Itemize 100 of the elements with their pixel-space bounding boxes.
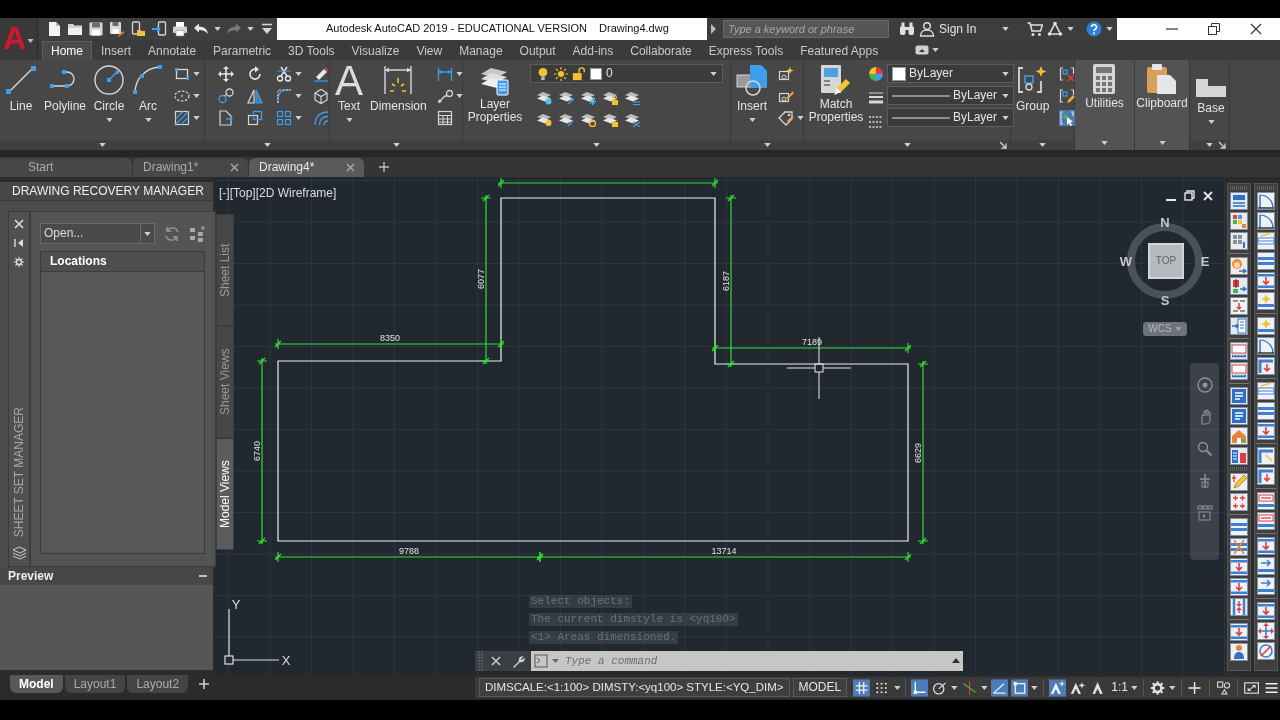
door-swing-tile-icon[interactable]: [1257, 192, 1275, 210]
wrench-icon[interactable]: [511, 654, 525, 668]
user-icon[interactable]: [919, 21, 935, 37]
restore-icon[interactable]: [1184, 190, 1195, 201]
layer-stack-icon[interactable]: [536, 111, 552, 127]
close-icon[interactable]: [1250, 23, 1262, 35]
annotation-scale-button[interactable]: 1:1: [1109, 680, 1129, 695]
crossed-lines-icon[interactable]: [961, 678, 979, 697]
group-remove-icon[interactable]: [1059, 66, 1076, 82]
help-icon[interactable]: [1086, 21, 1103, 37]
ribbon-tab[interactable]: Output: [511, 41, 564, 60]
caret-icon[interactable]: [763, 143, 771, 147]
circle-icon[interactable]: [93, 64, 126, 96]
line-icon[interactable]: [5, 64, 37, 96]
copy-circles-icon[interactable]: [218, 88, 234, 104]
ribbon-tab[interactable]: Add-ins: [564, 41, 622, 60]
layer-stack-icon[interactable]: [602, 89, 618, 105]
triangle-nodes-icon[interactable]: [1047, 21, 1064, 37]
wall-tile-icon[interactable]: [1257, 402, 1275, 420]
command-prompt-icon[interactable]: [531, 651, 551, 671]
color-dropdown[interactable]: ByLayer: [887, 64, 1014, 83]
phone-folder-icon[interactable]: [130, 21, 146, 37]
caret-icon[interactable]: [1002, 71, 1009, 76]
file-tab[interactable]: Drawing4*: [249, 158, 364, 177]
caret-icon[interactable]: [455, 72, 463, 76]
caret-icon[interactable]: [903, 143, 911, 147]
model-space-button[interactable]: MODEL: [792, 678, 848, 697]
palette-tab[interactable]: Model Views: [216, 438, 234, 550]
caret-icon[interactable]: [951, 685, 959, 690]
caret-icon[interactable]: [981, 685, 988, 690]
auto-hide-icon[interactable]: [14, 238, 24, 248]
block-star-icon[interactable]: [778, 66, 794, 82]
split-tile-icon[interactable]: [1230, 277, 1248, 295]
annotation-plus-icon[interactable]: [1048, 678, 1067, 697]
wall-tile-icon[interactable]: [1230, 518, 1248, 536]
plus-icon[interactable]: [199, 679, 210, 689]
panel-tile-icon[interactable]: [1230, 192, 1248, 210]
search-field[interactable]: Type a keyword or phrase: [723, 20, 889, 38]
ribbon-tab[interactable]: Collaborate: [622, 41, 700, 60]
wall-arrow-tile-icon[interactable]: [1257, 537, 1275, 555]
door-swing-tile-icon[interactable]: [1257, 337, 1275, 355]
snap-square-icon[interactable]: [1011, 678, 1029, 697]
wall-arrow-tile-icon[interactable]: [1257, 422, 1275, 440]
pencil-tile-icon[interactable]: [1230, 473, 1248, 491]
floppy-pencil-icon[interactable]: [109, 21, 125, 37]
base-view-icon[interactable]: [1195, 78, 1227, 98]
wall-scissors-tile-icon[interactable]: [1230, 538, 1248, 556]
sun-icon[interactable]: [554, 66, 568, 81]
magnifier-icon[interactable]: [1196, 441, 1213, 457]
insert-button[interactable]: Insert: [734, 63, 770, 122]
block-insert-icon[interactable]: [736, 64, 768, 96]
square-grid-tile-icon[interactable]: [1230, 232, 1248, 250]
cart-icon[interactable]: [1027, 21, 1044, 37]
mirror-icon[interactable]: [247, 88, 263, 104]
sign-in-link[interactable]: Sign In: [939, 21, 977, 37]
viewport-controls-label[interactable]: [-][Top][2D Wireframe]: [219, 186, 337, 200]
array-grid-icon[interactable]: [276, 110, 292, 126]
ribbon-toggle-icon[interactable]: [915, 45, 930, 55]
columns-arrow-tile-icon[interactable]: [1230, 598, 1248, 616]
caret-icon[interactable]: [748, 118, 756, 122]
caret-icon[interactable]: [193, 116, 201, 120]
binoculars-icon[interactable]: [899, 21, 915, 37]
caret-icon[interactable]: [1106, 27, 1114, 31]
text-button[interactable]: A Text: [333, 63, 365, 122]
group-edit-icon[interactable]: [1059, 88, 1076, 104]
group-selection-icon[interactable]: [1059, 110, 1076, 126]
eraser-icon[interactable]: [313, 66, 329, 82]
refresh-icon[interactable]: [164, 225, 181, 242]
caret-icon[interactable]: [593, 143, 600, 147]
unit-arrow-tile-icon[interactable]: [1230, 297, 1248, 315]
plus-icon[interactable]: [379, 162, 389, 172]
caret-icon[interactable]: [551, 651, 561, 671]
compass-label[interactable]: E: [1200, 254, 1210, 269]
ribbon-tab[interactable]: Featured Apps: [792, 41, 887, 60]
hatch-icon[interactable]: [174, 110, 191, 126]
caret-icon[interactable]: [1206, 143, 1213, 147]
caret-icon[interactable]: [144, 231, 152, 236]
match-properties-button[interactable]: Match Properties: [807, 63, 865, 124]
offset-arcs-icon[interactable]: [313, 110, 329, 126]
caret-icon[interactable]: [1168, 685, 1176, 690]
lineweight-dropdown[interactable]: ByLayer: [887, 86, 1014, 105]
caret-icon[interactable]: [144, 118, 152, 122]
layer-dropdown[interactable]: 0: [530, 64, 723, 83]
caret-icon[interactable]: [263, 143, 271, 147]
building-tile-icon[interactable]: [1230, 447, 1248, 465]
circle-button[interactable]: Circle: [91, 63, 128, 122]
door-swing-tile-icon[interactable]: [1257, 212, 1275, 230]
file-tab[interactable]: Drawing1*: [133, 158, 248, 177]
caret-icon[interactable]: [710, 71, 717, 76]
caret-icon[interactable]: [295, 94, 302, 98]
ribbon-tab[interactable]: 3D Tools: [280, 41, 343, 60]
polyline-button[interactable]: Polyline: [42, 63, 89, 113]
group-icon[interactable]: [1016, 64, 1049, 96]
move-arrows-icon[interactable]: [218, 66, 234, 82]
large-letter-icon[interactable]: A: [335, 64, 363, 96]
clipboard-panel-button[interactable]: Clipboard: [1135, 60, 1189, 150]
color-wheel-icon[interactable]: [868, 66, 884, 82]
linear-dimension-icon[interactable]: [436, 66, 453, 82]
arc-button[interactable]: Arc: [130, 63, 167, 122]
dimension-icon[interactable]: [382, 64, 415, 96]
